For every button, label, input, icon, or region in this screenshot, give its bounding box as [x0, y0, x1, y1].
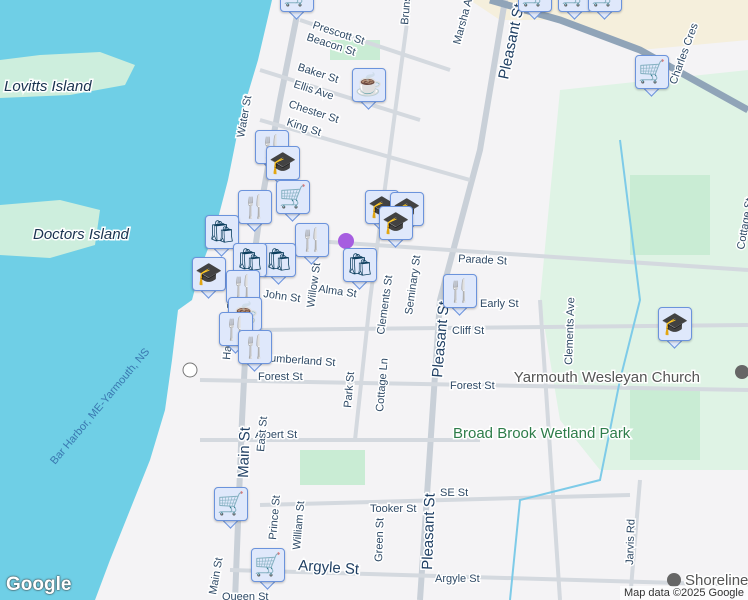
grocery-icon: 🛒 — [588, 0, 622, 12]
restaurant-icon: 🍴 — [295, 223, 329, 257]
street-label: SE St — [440, 487, 468, 499]
street-label: Forest St — [450, 380, 495, 392]
restaurant-marker[interactable]: 🍴 — [238, 190, 272, 232]
restaurant-icon: 🍴 — [238, 330, 272, 364]
place-label-doctors-island: Doctors Island — [33, 226, 130, 243]
school-marker[interactable]: 🎓 — [379, 206, 413, 248]
street-label: Green St — [373, 518, 387, 562]
grocery-icon: 🛒 — [280, 0, 314, 12]
street-label: Jarvis Rd — [624, 519, 638, 565]
park-area — [630, 390, 700, 460]
map-attribution: Map data ©2025 Google — [619, 586, 748, 600]
grocery-icon: 🛒 — [635, 55, 669, 89]
grocery-marker[interactable]: 🛒 — [214, 487, 248, 529]
grocery-icon: 🛒 — [558, 0, 592, 12]
shopping-marker[interactable]: 🛍 — [262, 243, 296, 285]
shopping-icon: 🛍 — [343, 248, 377, 282]
park-area — [300, 450, 365, 485]
street-label: Main St — [235, 426, 254, 478]
street-label: Argyle St — [435, 573, 480, 585]
shopping-marker[interactable]: 🛍 — [343, 248, 377, 290]
place-label-church: Yarmouth Wesleyan Church — [514, 369, 700, 386]
school-icon: 🎓 — [266, 146, 300, 180]
grocery-marker[interactable]: 🛒 — [558, 0, 592, 20]
street-label: Parade St — [458, 253, 507, 268]
place-label-wetland-park: Broad Brook Wetland Park — [453, 425, 631, 442]
grocery-marker[interactable]: 🛒 — [518, 0, 552, 20]
grocery-icon: 🛒 — [251, 548, 285, 582]
street-label: Tooker St — [370, 503, 416, 515]
street-label: Queen St — [222, 591, 268, 600]
street-label: Cliff St — [452, 325, 484, 337]
restaurant-marker[interactable]: 🍴 — [238, 330, 272, 372]
street-label: Early St — [480, 298, 519, 310]
hospital-icon[interactable] — [338, 233, 354, 249]
restaurant-icon: 🍴 — [238, 190, 272, 224]
shopping-icon: 🛍 — [262, 243, 296, 277]
google-logo: Google — [6, 574, 72, 595]
grocery-icon: 🛒 — [518, 0, 552, 12]
cafe-marker[interactable]: ☕ — [352, 68, 386, 110]
grocery-marker[interactable]: 🛒 — [276, 180, 310, 222]
grocery-marker[interactable]: 🛒 — [588, 0, 622, 20]
school-marker[interactable]: 🎓 — [192, 257, 226, 299]
restaurant-marker[interactable]: 🍴 — [295, 223, 329, 265]
grocery-marker[interactable]: 🛒 — [251, 548, 285, 590]
park-area — [630, 175, 710, 255]
place-label-lovitts-island: Lovitts Island — [4, 78, 92, 95]
school-icon: 🎓 — [658, 307, 692, 341]
ferry-terminal-icon[interactable] — [182, 362, 198, 378]
restaurant-marker[interactable]: 🍴 — [443, 274, 477, 316]
school-marker[interactable]: 🎓 — [658, 307, 692, 349]
grocery-marker[interactable]: 🛒 — [280, 0, 314, 20]
grocery-icon: 🛒 — [214, 487, 248, 521]
school-icon: 🎓 — [192, 257, 226, 291]
school-icon: 🎓 — [379, 206, 413, 240]
street-label: Pleasant St — [419, 492, 439, 570]
restaurant-icon: 🍴 — [443, 274, 477, 308]
shoreline-icon[interactable] — [667, 573, 681, 587]
cafe-icon: ☕ — [352, 68, 386, 102]
street-label: Clements Ave — [563, 297, 577, 365]
street-label: Forest St — [258, 371, 303, 383]
grocery-marker[interactable]: 🛒 — [635, 55, 669, 97]
grocery-icon: 🛒 — [276, 180, 310, 214]
